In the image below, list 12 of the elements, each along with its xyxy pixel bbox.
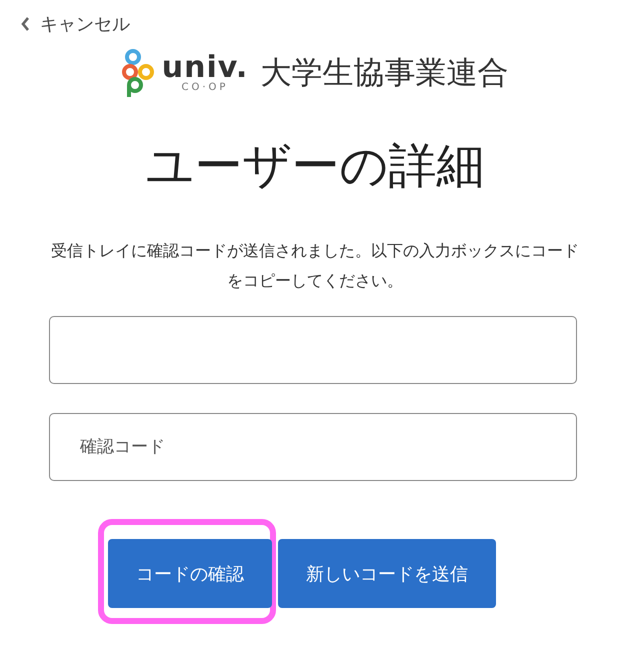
instruction-text: 受信トレイに確認コードが送信されました。以下の入力ボックスにコードをコピーしてください。 xyxy=(50,240,580,292)
submit-button[interactable]: 新しいコードを送信 xyxy=(278,539,496,608)
logo-brand: univ. xyxy=(162,53,248,83)
logo-name: 大学生協事業連合 xyxy=(260,54,508,93)
logo-icon xyxy=(122,48,156,98)
logo-subtitle: CO·OP xyxy=(182,83,228,93)
code-field[interactable]: 確認コード xyxy=(49,413,577,481)
page-title: ユーザーの詳細 xyxy=(144,137,486,196)
submit-button[interactable]: コードの確認 xyxy=(108,539,272,608)
cancel-link[interactable]: キャンセル xyxy=(20,12,130,36)
chevron-left-icon xyxy=(20,16,30,32)
input-field[interactable] xyxy=(49,316,577,384)
